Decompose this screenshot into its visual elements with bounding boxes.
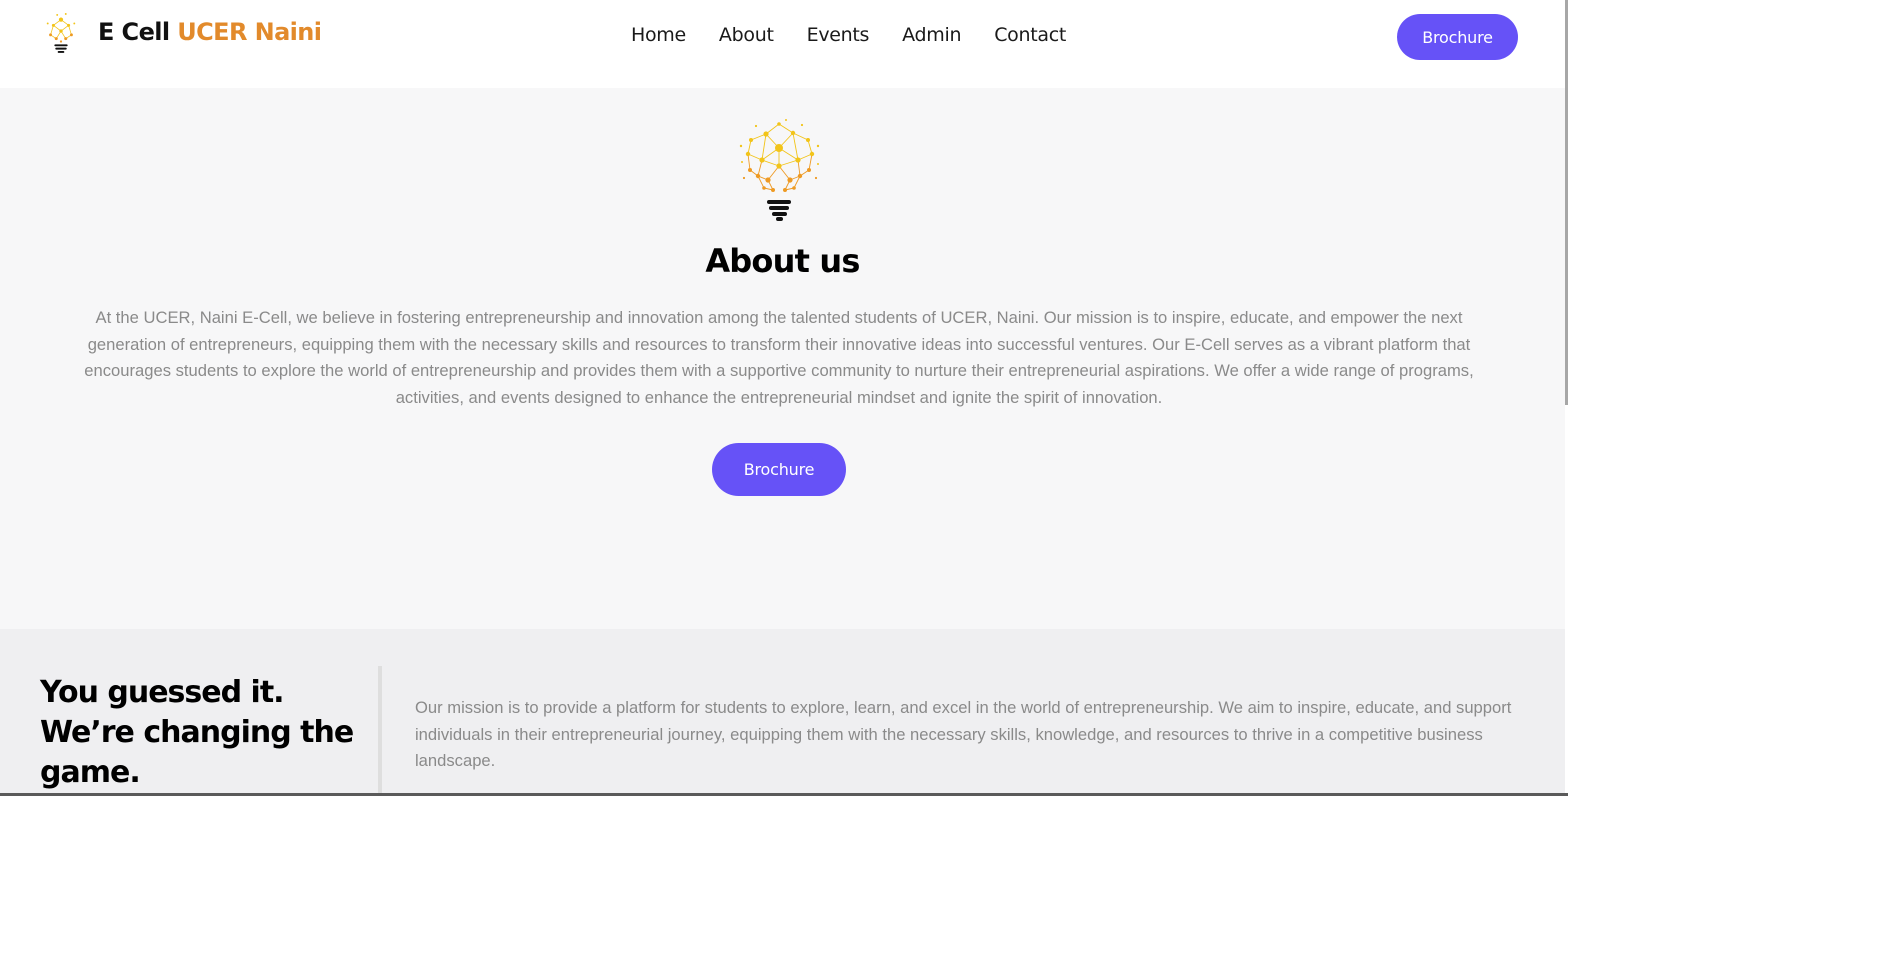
mission-description: Our mission is to provide a platform for…	[415, 698, 1512, 770]
vertical-divider	[378, 666, 382, 796]
mission-heading: You guessed it. We’re changing the game.	[40, 675, 354, 790]
lightbulb-icon	[739, 119, 820, 221]
brand-name-accent: UCER Naini	[177, 18, 322, 46]
about-section: About us At the UCER, Naini E-Cell, we b…	[0, 88, 1565, 629]
nav-link-contact[interactable]: Contact	[994, 24, 1066, 46]
brand-name[interactable]: E Cell UCER Naini	[98, 18, 322, 46]
nav-link-admin[interactable]: Admin	[902, 24, 961, 46]
brand-name-primary: E Cell	[98, 18, 170, 46]
nav-link-home[interactable]: Home	[631, 24, 686, 46]
page: E Cell UCER Naini Home About Events Admi…	[0, 0, 1568, 796]
nav-link-about[interactable]: About	[719, 24, 774, 46]
mission-section: You guessed it. We’re changing the game.…	[0, 629, 1565, 796]
nav-link-events[interactable]: Events	[807, 24, 870, 46]
site-header: E Cell UCER Naini Home About Events Admi…	[0, 0, 1565, 88]
main-nav: Home About Events Admin Contact	[631, 24, 1066, 46]
header-brochure-button[interactable]: Brochure	[1397, 14, 1518, 60]
lightbulb-logo-icon[interactable]	[42, 10, 80, 54]
about-description: At the UCER, Naini E-Cell, we believe in…	[84, 308, 1474, 407]
window-bottom-border	[0, 793, 1568, 796]
scrollbar-thumb[interactable]	[1565, 0, 1568, 405]
about-brochure-button[interactable]: Brochure	[712, 443, 846, 496]
about-title: About us	[705, 242, 860, 280]
